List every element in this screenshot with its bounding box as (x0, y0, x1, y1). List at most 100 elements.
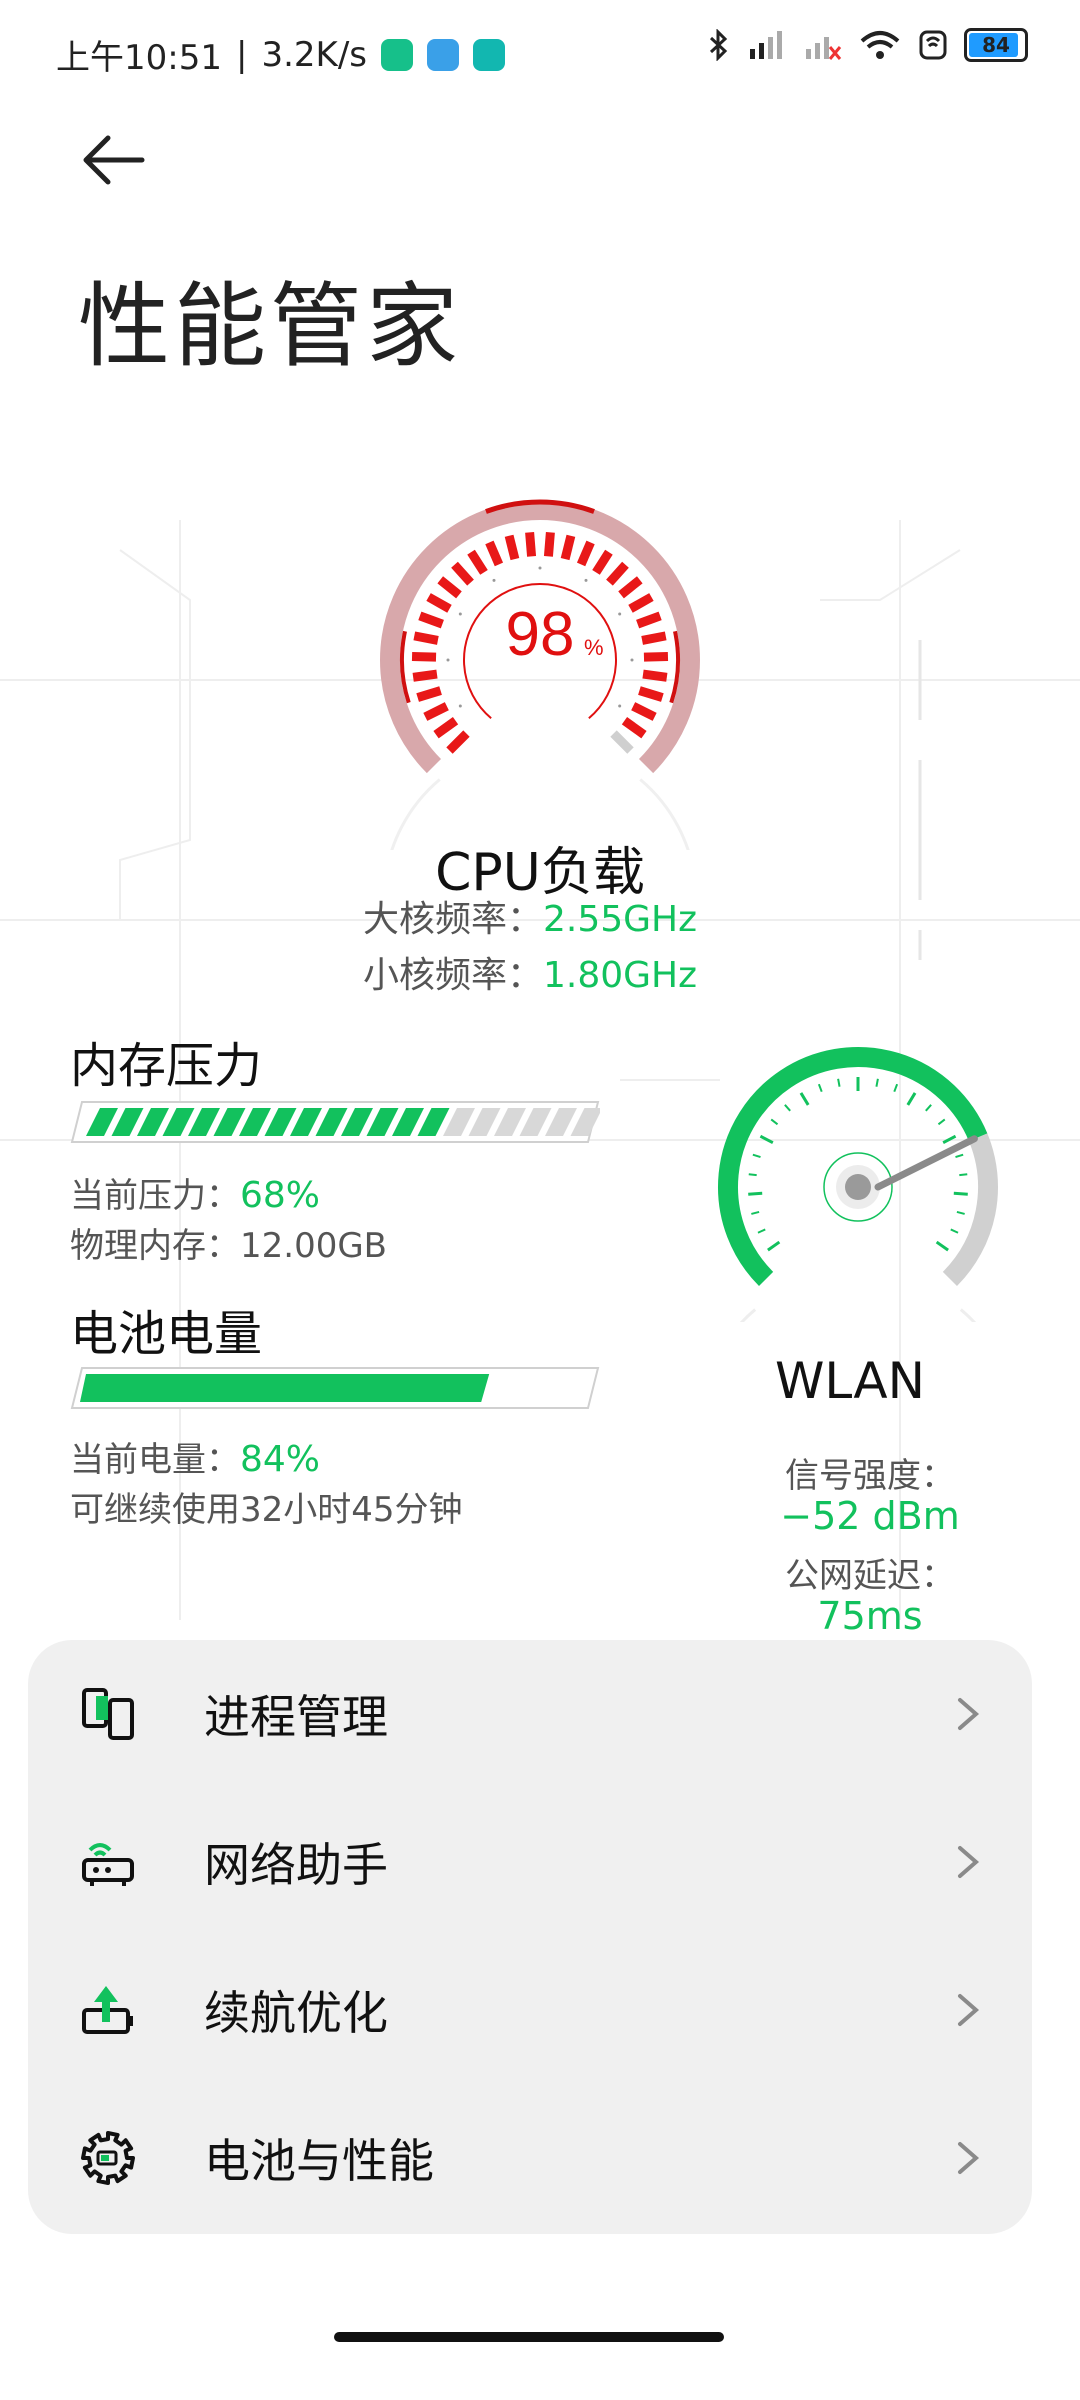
wlan-gauge-tick (759, 1134, 774, 1145)
big-core-frequency: 大核频率：2.55GHz (0, 890, 1060, 942)
cpu-percent-value: 98 (506, 600, 575, 669)
cpu-load-tick (413, 631, 439, 645)
memory-pressure-label: 当前压力： (70, 1176, 240, 1216)
wlan-gauge-tick (956, 1210, 965, 1215)
cpu-load-tick (433, 717, 459, 739)
status-bar-right: 84 (708, 28, 1028, 62)
wlan-gauge-tick (748, 1173, 757, 1177)
menu-item-process-management[interactable]: 进程管理 (28, 1640, 1032, 1788)
battery-level-bar-fill (80, 1374, 490, 1402)
cpu-gauge-dot (458, 704, 462, 708)
wlan-gauge-tick (767, 1240, 781, 1252)
cpu-load-tick (446, 730, 470, 754)
running-app-icon (473, 38, 505, 71)
status-time: 上午10:51 (56, 38, 222, 78)
cpu-load-tick (560, 534, 576, 561)
big-core-value: 2.55GHz (542, 899, 698, 940)
cpu-load-gauge: 98 % (380, 499, 700, 850)
cpu-gauge-dot (492, 578, 496, 582)
wlan-title: WLAN (774, 1352, 926, 1410)
physical-memory-value: 12.00GB (240, 1226, 388, 1266)
cpu-load-tick (451, 561, 474, 586)
cpu-gauge-dot (618, 704, 622, 708)
cpu-load-tick (610, 730, 634, 754)
wifi-icon (860, 31, 900, 59)
wlan-gauge-tick (752, 1153, 761, 1158)
battery-level-line: 当前电量：84% (70, 1432, 320, 1481)
cpu-load-tick (411, 652, 437, 662)
status-bar-left: 上午10:51 | 3.2K/s (56, 30, 505, 79)
cpu-load-tick (606, 561, 629, 586)
cpu-load-tick (543, 532, 555, 557)
cpu-load-tick (426, 593, 452, 613)
wlan-gauge-tick (906, 1092, 917, 1106)
cpu-gauge-dot (618, 612, 622, 616)
cpu-load-tick (467, 549, 488, 575)
wlan-gauge-tick (748, 1191, 763, 1196)
memory-pressure-value: 68% (240, 1175, 321, 1216)
wlan-gauge-tick (875, 1078, 879, 1087)
menu-item-network-assistant[interactable]: 网络助手 (28, 1788, 1032, 1936)
tools-menu-card: 进程管理 网络助手 续航优化 电池与性能 (28, 1640, 1032, 2234)
signal-hd-icon (750, 31, 782, 59)
wlan-gauge-tick (837, 1078, 841, 1087)
signal-no-sim-icon (806, 37, 842, 60)
battery-indicator: 84 (964, 28, 1028, 62)
cpu-load-tick (416, 686, 442, 702)
wlan-gauge-tick (893, 1083, 899, 1093)
cpu-load-tick (576, 540, 595, 567)
latency-value: 75ms (817, 1594, 923, 1638)
small-core-label: 小核频率： (362, 955, 543, 996)
battery-remaining-time: 可继续使用32小时45分钟 (70, 1490, 463, 1530)
wlan-gauge-tick (959, 1173, 968, 1177)
battery-level-title: 电池电量 (70, 1306, 263, 1362)
cpu-load-tick (437, 576, 462, 599)
cpu-load-tick (628, 593, 654, 613)
cpu-load-tick (621, 717, 647, 739)
cpu-gauge-dot (458, 612, 462, 616)
book-app-icon (427, 38, 459, 71)
wlan-gauge-tick (770, 1118, 779, 1126)
cpu-gauge-dot (630, 658, 634, 662)
status-network-speed: 3.2K/s (261, 34, 367, 75)
shield-app-icon (381, 38, 413, 71)
menu-label-process-management: 进程管理 (204, 1690, 388, 1744)
wlan-gauge-track (942, 1133, 998, 1286)
cpu-load-tick (642, 669, 668, 682)
wlan-gauge-tick (817, 1083, 823, 1093)
cpu-load-tick (643, 652, 669, 662)
memory-pressure-title: 内存压力 (70, 1038, 263, 1094)
router-icon (82, 1843, 134, 1886)
cpu-gauge-dot (538, 566, 542, 570)
wlan-gauge-hub (845, 1174, 871, 1200)
battery-level-bar (70, 1367, 600, 1409)
menu-item-battery-and-performance[interactable]: 电池与性能 (28, 2084, 1032, 2232)
chevron-right-icon (958, 1846, 980, 1878)
cpu-load-tick (423, 702, 449, 721)
cpu-load-tick (485, 540, 504, 567)
menu-label-battery-and-performance: 电池与性能 (204, 2134, 434, 2188)
latency-label: 公网延迟： (785, 1556, 955, 1596)
wlan-gauge-tick (784, 1104, 791, 1112)
menu-item-endurance-optimization[interactable]: 续航优化 (28, 1936, 1032, 2084)
memory-pressure-line: 当前压力：68% (70, 1168, 320, 1217)
home-indicator[interactable] (334, 2332, 724, 2342)
cpu-load-tick (631, 702, 657, 721)
cpu-load-tick (638, 686, 664, 702)
small-core-frequency: 小核频率：1.80GHz (0, 946, 1060, 998)
cpu-load-tick (418, 611, 444, 629)
battery-level-value: 84% (240, 1439, 321, 1480)
cpu-gauge-dot (446, 658, 450, 662)
back-button[interactable] (72, 120, 152, 200)
signal-strength-label: 信号强度： (785, 1456, 955, 1496)
big-core-label: 大核频率： (362, 899, 543, 940)
nfc-icon (919, 30, 947, 60)
status-divider: | (235, 34, 248, 75)
wlan-gauge-tick (942, 1134, 957, 1145)
arrow-left-icon (83, 135, 145, 185)
wlan-gauge-tick (950, 1228, 959, 1234)
menu-label-network-assistant: 网络助手 (204, 1838, 388, 1892)
cpu-gauge-dot (584, 578, 588, 582)
chevron-right-icon (958, 1698, 980, 1730)
wlan-gauge (718, 1047, 998, 1322)
